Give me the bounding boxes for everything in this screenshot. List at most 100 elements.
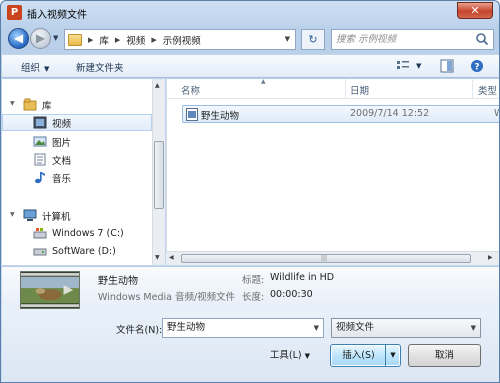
sidebar-item-label: 音乐 [52,173,72,185]
expand-computer-icon[interactable]: ▼ [10,211,15,218]
sidebar-item-pictures[interactable]: 图片 [33,133,71,150]
tools-label: 工具(L) [269,350,302,361]
file-type: Win [494,108,499,119]
insert-button[interactable]: 插入(S) ▼ [330,344,401,367]
scroll-down-icon[interactable]: ▼ [155,254,160,261]
sidebar-item-label: SoftWare (D:) [52,246,116,257]
sidebar-item-label: 文档 [52,155,72,167]
search-input[interactable]: 搜索 示例视频 [336,30,474,49]
search-icon[interactable] [475,32,489,46]
column-divider[interactable] [345,79,346,99]
address-breadcrumb[interactable]: ▶ 库 ▶ 视频 ▶ 示例视频 ▼ [64,29,296,50]
details-pane: 野生动物 Windows Media 音频/视频文件 标题: Wildlife … [2,266,499,310]
organize-label: 组织 [21,63,41,74]
file-name-label: 文件名(N): [116,325,163,336]
new-folder-button[interactable]: 新建文件夹 [76,60,124,74]
file-name-input[interactable]: 野生动物 ▼ [162,318,324,338]
library-icon [23,98,37,111]
sort-ascending-icon: ▲ [261,78,266,85]
horizontal-scrollbar[interactable]: ◀ ||| ▶ [166,251,499,265]
sidebar-item-label: 图片 [52,137,72,149]
expand-libraries-icon[interactable]: ▼ [10,100,15,107]
address-dropdown-icon[interactable]: ▼ [285,35,290,43]
grip-icon: ||| [321,255,328,262]
file-type-dropdown-icon[interactable]: ▼ [471,319,476,337]
column-date[interactable]: 日期 [350,83,369,97]
file-list: ▲ 名称 日期 类型 野生动物 2009/7/14 12:52 Win [166,78,499,251]
windows-drive-icon [33,228,47,239]
sidebar-item-documents[interactable]: 文档 [33,151,71,168]
file-name: 野生动物 [201,111,240,122]
detail-file-type: Windows Media 音频/视频文件 [98,292,236,303]
dialog-footer: 文件名(N): 野生动物 ▼ 视频文件 ▼ 工具(L) ▼ 插入(S) ▼ 取消 [2,310,499,382]
insert-label: 插入(S) [342,350,375,361]
scrollbar-thumb[interactable]: ||| [181,254,471,263]
sidebar-item-videos[interactable]: 视频 [2,114,152,131]
drive-icon [33,248,47,256]
command-toolbar: 组织 ▼ 新建文件夹 ▼ ? [2,54,499,78]
file-name-dropdown-icon[interactable]: ▼ [314,319,319,337]
chevron-right-icon[interactable]: ▶ [88,36,93,44]
column-header: ▲ 名称 日期 类型 [167,78,499,99]
column-divider[interactable] [472,79,473,99]
chevron-down-icon: ▼ [304,352,311,360]
documents-icon [34,153,46,166]
sidebar-item-label: Windows 7 (C:) [52,228,124,239]
sidebar-item-music[interactable]: 音乐 [33,169,71,186]
scroll-left-icon[interactable]: ◀ [169,254,174,261]
sidebar-item-drive-d[interactable]: SoftWare (D:) [33,243,116,260]
refresh-button[interactable]: ↻ [301,29,325,50]
chevron-right-icon[interactable]: ▶ [151,36,156,44]
preview-pane-icon[interactable] [440,59,454,73]
file-name-value: 野生动物 [167,322,206,333]
breadcrumb-item-videos[interactable]: 视频 [126,33,145,47]
detail-length-value: 00:00:30 [270,289,313,300]
forward-button[interactable]: ▶ [30,28,51,49]
detail-file-name: 野生动物 [98,276,138,287]
sidebar-item-computer[interactable]: 计算机 [23,207,71,224]
close-button[interactable]: ✕ [457,2,493,19]
file-row[interactable]: 野生动物 2009/7/14 12:52 Win [182,105,499,123]
sidebar-item-drive-c[interactable]: Windows 7 (C:) [33,225,124,242]
help-icon[interactable]: ? [470,59,484,73]
cancel-button[interactable]: 取消 [408,344,481,367]
search-box[interactable]: 搜索 示例视频 [331,29,494,50]
sidebar-item-libraries[interactable]: 库 [23,96,143,113]
detail-title-value[interactable]: Wildlife in HD [270,272,334,283]
insert-options-dropdown-icon[interactable]: ▼ [385,345,400,366]
sidebar-item-label: 视频 [52,118,72,130]
sidebar-item-label: 库 [42,100,52,112]
chevron-right-icon[interactable]: ▶ [115,36,120,44]
file-type-select[interactable]: 视频文件 ▼ [331,318,481,338]
column-name[interactable]: 名称 [181,83,200,97]
view-options-icon[interactable] [396,59,410,73]
pictures-icon [33,136,47,147]
column-type[interactable]: 类型 [478,83,497,97]
organize-button[interactable]: 组织 ▼ [21,60,49,74]
computer-icon [23,209,37,221]
folder-icon [68,33,82,46]
video-file-icon [186,108,198,121]
back-button[interactable]: ◀ [8,28,29,49]
navigation-pane: ▼ 库 视频 图片 文档 音乐 ▼ 计算机 Windows 7 (C:) Sof… [2,79,152,265]
svg-text:?: ? [474,63,479,73]
recent-pages-dropdown-icon[interactable]: ▼ [53,34,58,42]
sidebar-item-label: 计算机 [42,211,71,223]
insert-video-dialog: P 插入视频文件 ✕ ◀ ▶ ▼ ▶ 库 ▶ 视频 ▶ 示例视频 ▼ ↻ 搜索 … [0,0,500,383]
music-icon [35,172,45,184]
scrollbar-thumb[interactable] [154,141,164,209]
tools-button[interactable]: 工具(L) ▼ [258,344,322,367]
breadcrumb-item-library[interactable]: 库 [99,33,109,47]
navigation-bar: ◀ ▶ ▼ ▶ 库 ▶ 视频 ▶ 示例视频 ▼ ↻ 搜索 示例视频 [1,25,499,51]
scroll-up-icon[interactable]: ▲ [155,82,160,89]
file-type-value: 视频文件 [336,322,375,333]
detail-length-label: 长度: [242,292,265,303]
window-title: 插入视频文件 [27,10,87,21]
breadcrumb-item-sample-videos[interactable]: 示例视频 [163,33,201,47]
powerpoint-icon: P [7,5,22,20]
title-bar: P 插入视频文件 ✕ [1,1,499,25]
view-dropdown-icon[interactable]: ▼ [416,62,421,70]
scroll-right-icon[interactable]: ▶ [488,254,493,261]
navigation-scrollbar[interactable]: ▲ ▼ [152,79,165,265]
file-date: 2009/7/14 12:52 [350,108,430,119]
